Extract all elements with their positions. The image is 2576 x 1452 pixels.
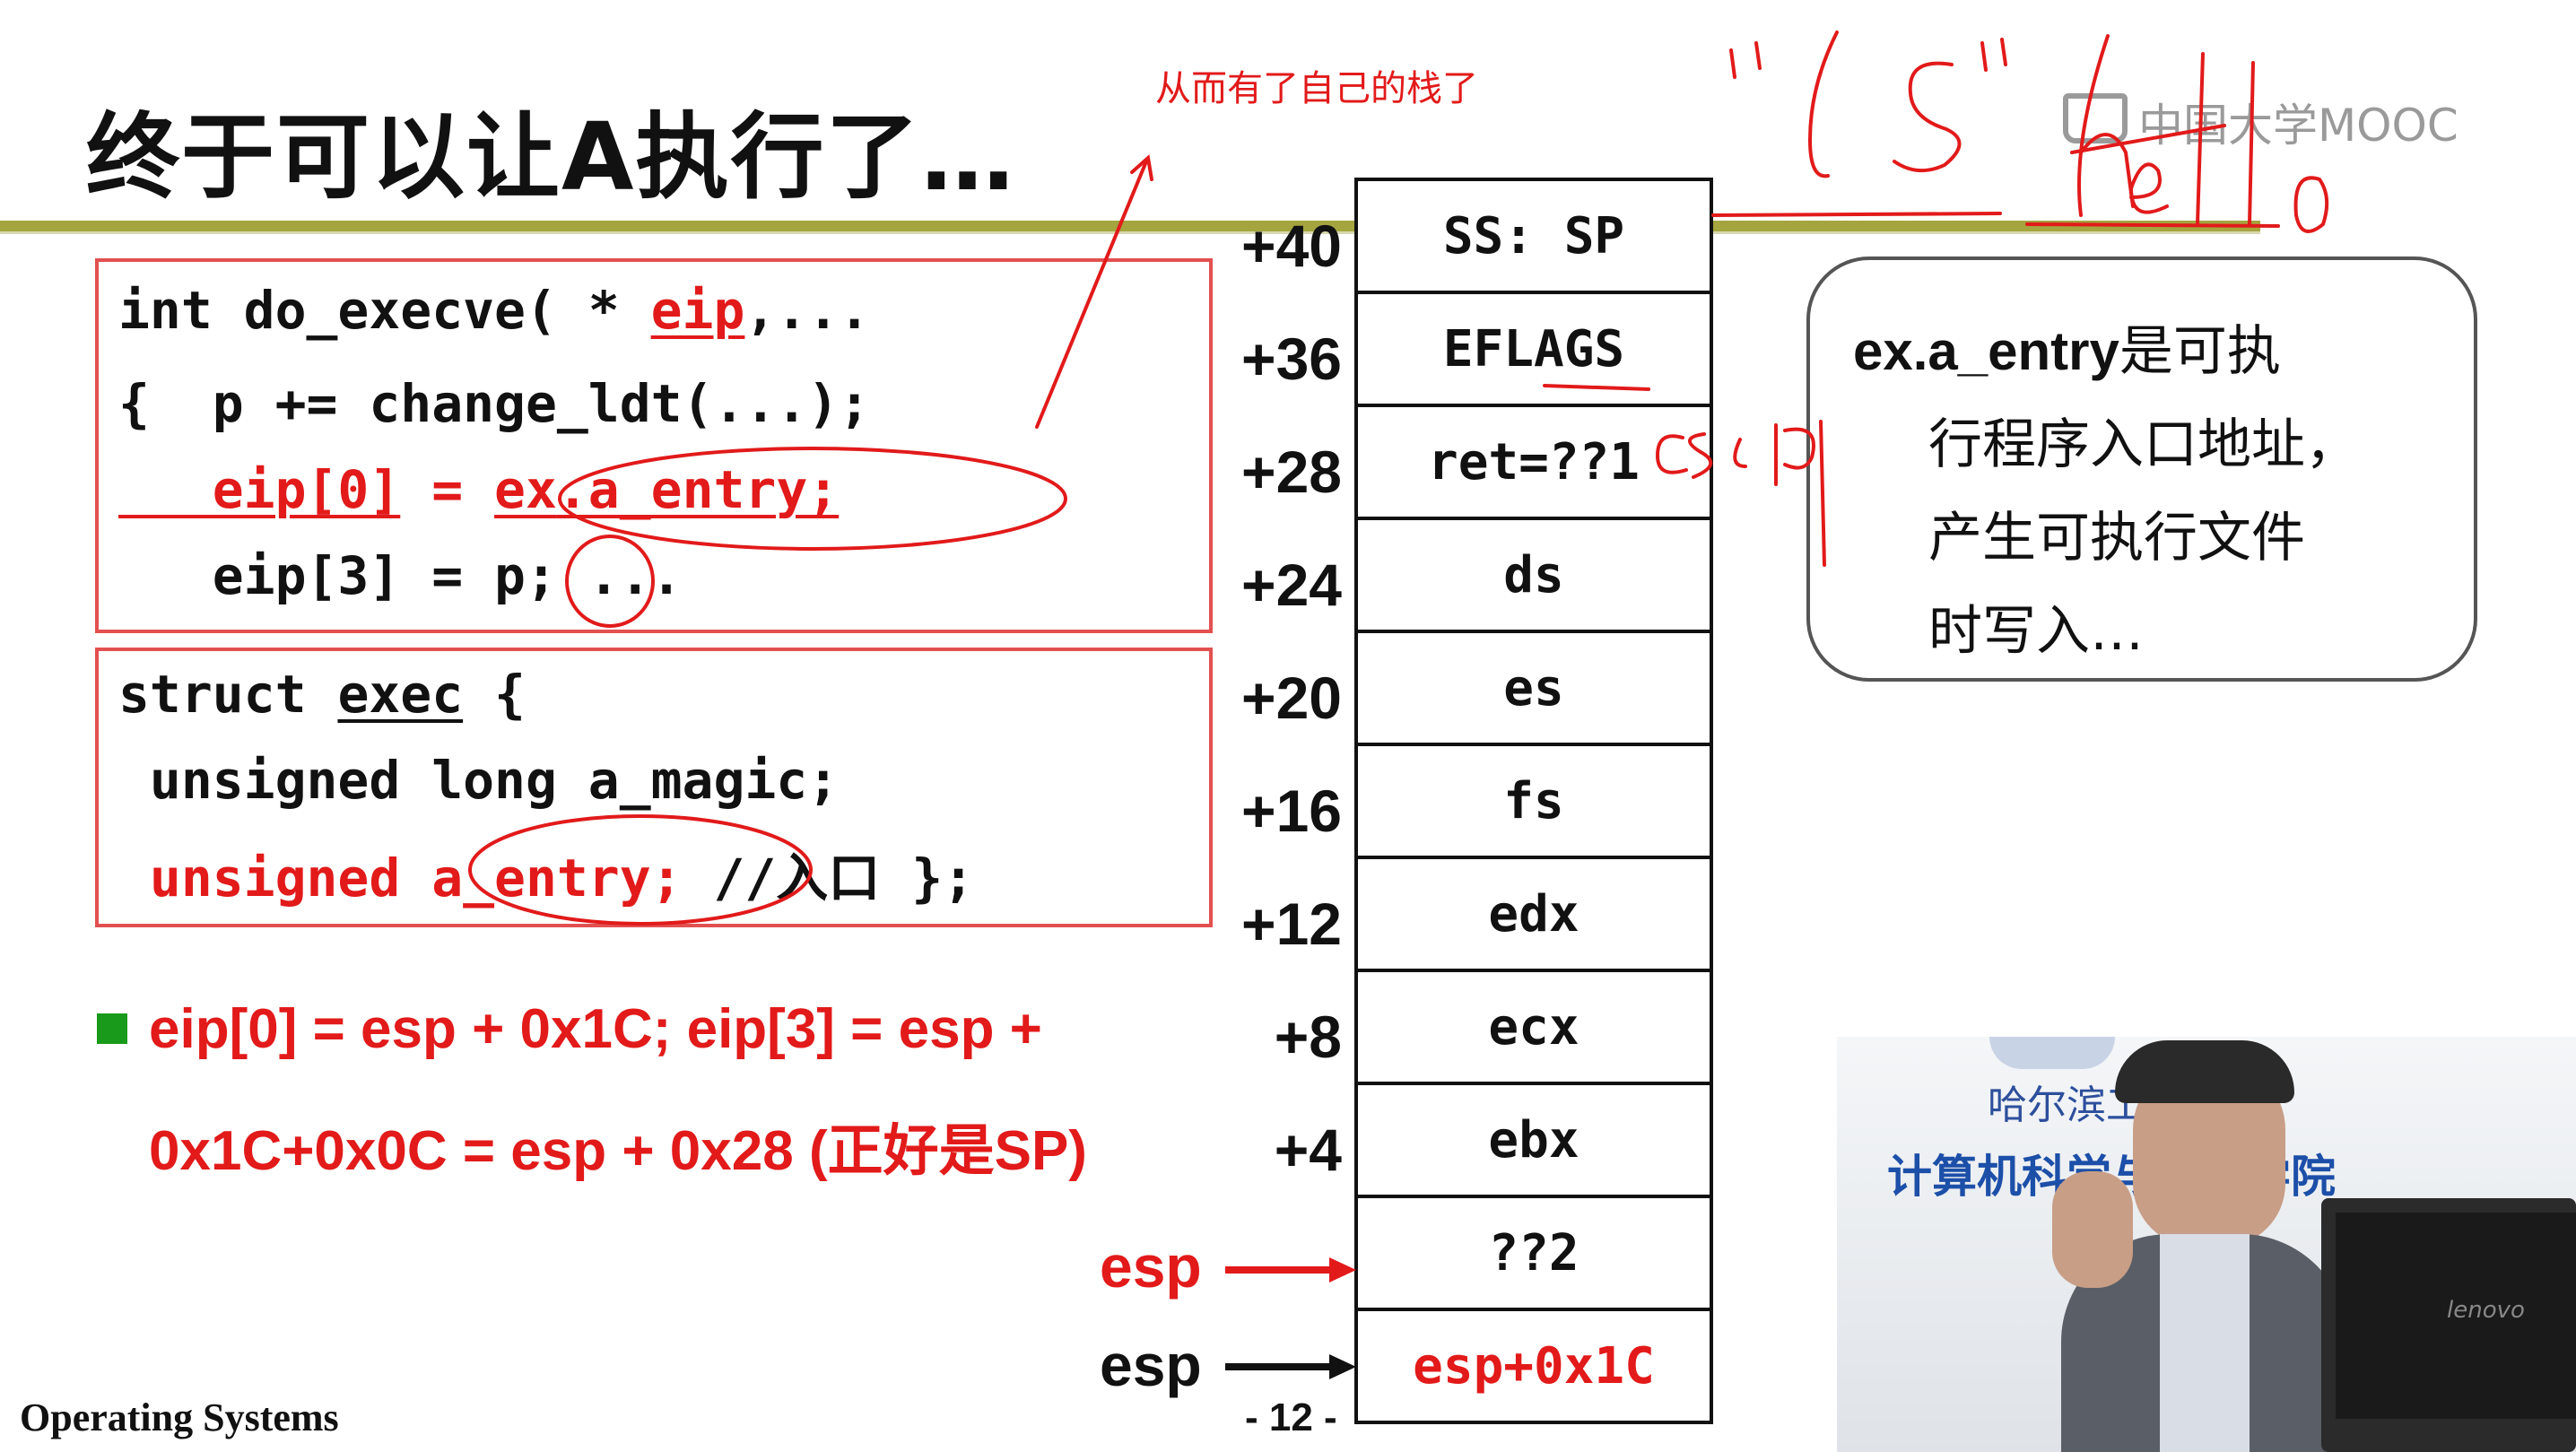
- school-emblem-icon: [1989, 1037, 2115, 1069]
- page-number: - 12 -: [1245, 1395, 1337, 1439]
- course-footer: Operating Systems: [20, 1395, 339, 1439]
- lecturer-hand: [2052, 1171, 2133, 1288]
- monitor-brand: lenovo: [2447, 1297, 2525, 1324]
- lecturer-video: 哈尔滨工业大学 计算机科学与技术学院 lenovo: [1837, 1037, 2576, 1452]
- lecturer-shirt: [2160, 1234, 2250, 1452]
- lecturer-hair: [2115, 1040, 2294, 1103]
